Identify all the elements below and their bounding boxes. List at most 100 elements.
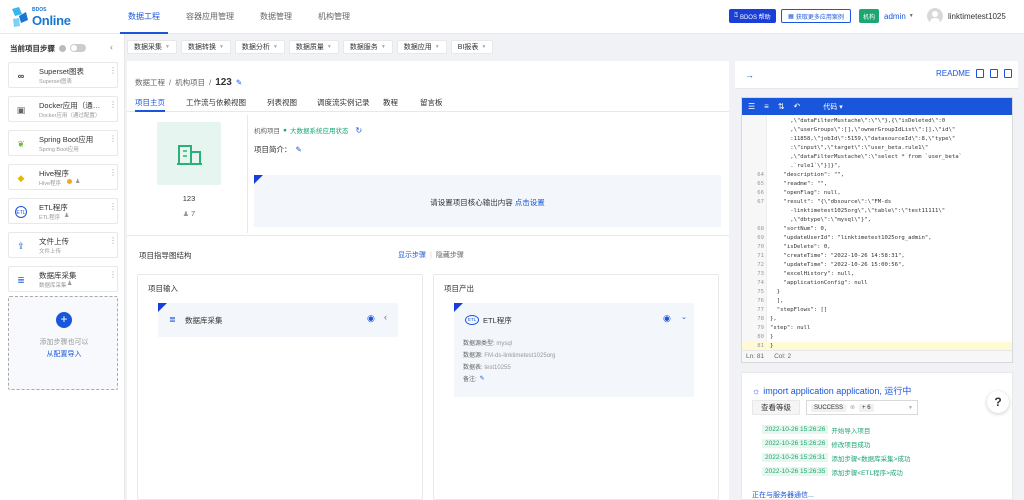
edit-icon[interactable]: ✎ xyxy=(236,78,242,87)
edit-intro-icon[interactable]: ✎ xyxy=(296,145,302,154)
tab-workflow[interactable]: 工作流与依赖视图 xyxy=(186,97,246,112)
code-line[interactable]: 78}, xyxy=(742,315,1012,324)
more-vertical-icon[interactable]: ⋮ xyxy=(109,168,117,177)
edit-remark-icon[interactable]: ✎ xyxy=(480,375,485,382)
admin-dropdown[interactable]: admin ▼ xyxy=(884,9,914,23)
code-line[interactable]: ,\"dataFilterMustache\":\"select * from … xyxy=(742,153,1012,162)
align-left-icon[interactable]: ☰ xyxy=(748,102,755,111)
log-level-select[interactable]: SUCCESS ⊗ + 6 ▼ xyxy=(806,400,918,415)
step-card-docker[interactable]: ▣ Docker应用（通… Docker应用（通过配置） ⋮ xyxy=(8,96,118,122)
tab-schedule-records[interactable]: 调度流实例记录 xyxy=(317,97,370,112)
more-vertical-icon[interactable]: ⋮ xyxy=(109,100,117,109)
collapse-left-icon[interactable]: ‹ xyxy=(110,42,113,52)
tool-data-app[interactable]: 数据应用 ▼ xyxy=(396,40,447,54)
topnav-container-apps[interactable]: 容器应用管理 xyxy=(178,0,242,34)
code-line[interactable]: 69 "updateUserId": "linktimetest1025org_… xyxy=(742,234,1012,243)
code-line[interactable]: 64 "description": "", xyxy=(742,171,1012,180)
undo-icon[interactable]: ↶ xyxy=(794,102,801,111)
code-line[interactable]: 75 } xyxy=(742,288,1012,297)
code-line[interactable]: 71 "createTime": "2022-10-26 14:58:31", xyxy=(742,252,1012,261)
more-vertical-icon[interactable]: ⋮ xyxy=(109,270,117,279)
user-menu[interactable]: linktimetest1025 xyxy=(927,6,1006,26)
steps-toggle[interactable] xyxy=(70,44,86,52)
code-line[interactable]: :\"input\",\"target\":\"user_beta.rule1\… xyxy=(742,144,1012,153)
more-vertical-icon[interactable]: ⋮ xyxy=(109,66,117,75)
sort-icon[interactable]: ⇅ xyxy=(778,102,785,111)
step-card-springboot[interactable]: ❦ Spring Boot应用 Spring Boot应用 ⋮ xyxy=(8,130,118,156)
show-steps-link[interactable]: 显示步骤 xyxy=(398,250,426,260)
arrow-right-icon[interactable]: → xyxy=(745,70,754,80)
import-from-config-link[interactable]: 从配置导入 xyxy=(9,349,119,359)
more-vertical-icon[interactable]: ⋮ xyxy=(109,202,117,211)
step-card-superset[interactable]: ∞ Superset图表 Superset图表 ⋮ xyxy=(8,62,118,88)
export-icon[interactable] xyxy=(1004,69,1013,78)
eye-icon[interactable]: ◉ xyxy=(367,313,375,324)
tool-data-analysis[interactable]: 数据分析 ▼ xyxy=(234,40,285,54)
code-line[interactable]: ,\"dbtype\":\"mysql\"}", xyxy=(742,216,1012,225)
code-line[interactable]: 73 "excelHistory": null, xyxy=(742,270,1012,279)
file-icon[interactable] xyxy=(990,69,999,78)
breadcrumb-mid[interactable]: 机构项目 xyxy=(175,77,205,88)
output-item-etl[interactable]: ETL ETL程序 ◉ ⌄ 数据源类型: mysql 数据源: FM-ds-li… xyxy=(454,303,694,397)
step-card-etl[interactable]: ETL ETL程序 ETL程序 ♟ ⋮ xyxy=(8,198,118,224)
floating-help-button[interactable]: ? xyxy=(987,391,1009,413)
code-editor[interactable]: ☰ ≡ ⇅ ↶ 代码 ▾ ,\"dataFilterMustache\":\"\… xyxy=(741,97,1013,363)
breadcrumb-root[interactable]: 数据工程 xyxy=(135,77,165,88)
code-text: "isDelete": 0, xyxy=(770,244,831,250)
bdos-help-button[interactable]: ⍰ BDOS 帮助 xyxy=(729,9,776,23)
code-text: ], xyxy=(770,298,784,304)
input-item-db-collect[interactable]: ≣ 数据库采集 ◉ ‹ xyxy=(158,303,398,337)
code-line[interactable]: :11858,\"jobId\":5159,\"datasourceId\":8… xyxy=(742,135,1012,144)
info-icon[interactable] xyxy=(59,44,66,52)
step-card-upload[interactable]: ⇪ 文件上传 文件上传 ⋮ xyxy=(8,232,118,258)
align-center-icon[interactable]: ≡ xyxy=(764,102,769,111)
tab-project-home[interactable]: 项目主页 xyxy=(135,97,165,112)
add-step-box[interactable]: + 添加步骤也可以 从配置导入 xyxy=(8,296,118,390)
close-icon[interactable]: ⊗ xyxy=(850,404,855,411)
set-output-link[interactable]: 点击设置 xyxy=(515,198,545,207)
more-apps-button[interactable]: ▦ 获取更多应用案例 xyxy=(781,9,851,23)
tab-tutorial[interactable]: 教程 xyxy=(383,97,398,112)
hide-steps-link[interactable]: 隐藏步骤 xyxy=(436,250,464,260)
save-icon[interactable] xyxy=(976,69,985,78)
tool-data-collect[interactable]: 数据采集 ▼ xyxy=(127,40,177,54)
code-line[interactable]: ,\"dataFilterMustache\":\"\"},{\"isDelet… xyxy=(742,117,1012,126)
code-line[interactable]: 65 "readme": "", xyxy=(742,180,1012,189)
chevron-left-icon[interactable]: ‹ xyxy=(384,312,387,322)
code-line[interactable]: 72 "updateTime": "2022-10-26 15:00:56", xyxy=(742,261,1012,270)
editor-mode-select[interactable]: 代码 ▾ xyxy=(823,102,842,112)
tool-bi-report[interactable]: BI报表 ▼ xyxy=(450,40,494,54)
logo[interactable]: BDOS Online xyxy=(10,6,80,28)
tool-data-service[interactable]: 数据服务 ▼ xyxy=(342,40,393,54)
topnav-org-management[interactable]: 机构管理 xyxy=(310,0,358,34)
code-line[interactable]: 76 ], xyxy=(742,297,1012,306)
code-line[interactable]: 81} xyxy=(742,342,1012,350)
tab-message-board[interactable]: 留言板 xyxy=(420,97,443,112)
code-line[interactable]: 74 "applicationConfig": null xyxy=(742,279,1012,288)
code-line[interactable]: 79 "step": null xyxy=(742,324,1012,333)
topnav-data-management[interactable]: 数据管理 xyxy=(252,0,300,34)
code-line[interactable]: -linktimetest1025org\",\"table\":\"test1… xyxy=(742,207,1012,216)
tab-list-view[interactable]: 列表视图 xyxy=(267,97,297,112)
code-line[interactable]: 70 "isDelete": 0, xyxy=(742,243,1012,252)
code-line[interactable]: 66 "openFlag": null, xyxy=(742,189,1012,198)
more-vertical-icon[interactable]: ⋮ xyxy=(109,134,117,143)
editor-body[interactable]: ,\"dataFilterMustache\":\"\"},{\"isDelet… xyxy=(742,115,1012,350)
code-line[interactable]: 77 "stepFlows": [] xyxy=(742,306,1012,315)
step-card-db-collect[interactable]: ≣ 数据库采集 数据库采集 ♟ ⋮ xyxy=(8,266,118,292)
code-line[interactable]: 67 "result": "{\"dbsource\":\"FM-ds xyxy=(742,198,1012,207)
code-line[interactable]: 68 "sortNum": 0, xyxy=(742,225,1012,234)
code-line[interactable]: ,\"userGroups\":[],\"ownerGroupIdList\":… xyxy=(742,126,1012,135)
eye-icon[interactable]: ◉ xyxy=(663,313,671,324)
plus-icon[interactable]: + xyxy=(56,312,72,328)
readme-header: → README xyxy=(735,61,1018,89)
chevron-down-icon[interactable]: ⌄ xyxy=(681,313,687,321)
step-card-hive[interactable]: ◆ Hive程序 Hive程序 ♟ ⋮ xyxy=(8,164,118,190)
refresh-icon[interactable]: ↻ xyxy=(355,126,362,135)
code-line[interactable]: 80} xyxy=(742,333,1012,342)
topnav-data-engineering[interactable]: 数据工程 xyxy=(120,0,168,34)
tool-data-transform[interactable]: 数据转换 ▼ xyxy=(180,40,231,54)
tool-data-quality[interactable]: 数据质量 ▼ xyxy=(288,40,339,54)
code-line[interactable]: .`rule1`\"}]}", xyxy=(742,162,1012,171)
more-vertical-icon[interactable]: ⋮ xyxy=(109,236,117,245)
